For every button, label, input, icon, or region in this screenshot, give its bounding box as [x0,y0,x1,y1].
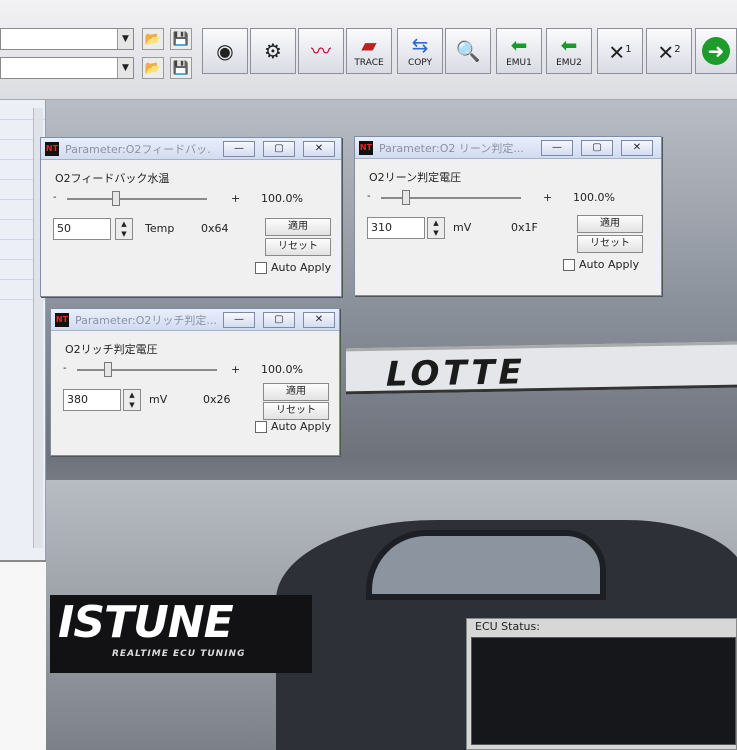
slider-thumb[interactable] [112,191,120,206]
apply-button[interactable]: 適用 [265,218,331,236]
reset-button[interactable]: リセット [265,238,331,256]
save-icon[interactable]: 💾 [170,28,192,50]
window-titlebar[interactable]: NT Parameter:O2フィードバッ... — ▢ ✕ [41,138,341,160]
close-button[interactable]: ✕ [621,140,653,156]
green-arrow-icon: ⬅ [510,33,528,57]
green-arrow-icon: ⬅ [560,33,578,57]
close-button[interactable]: ✕ [303,141,335,157]
record-button[interactable]: ◉ [202,28,248,74]
window-titlebar[interactable]: NT Parameter:O2 リーン判定... — ▢ ✕ [355,137,661,159]
graph-icon: 〰 [311,39,331,63]
gauges-button[interactable]: ⚙ [250,28,296,74]
trace-button[interactable]: ▰ TRACE [346,28,392,74]
toolbar: ▼ ▼ 📂 💾 📂 💾 ◉ ⚙ 〰 ▰ TRACE ⇆ COPY 🔍 ⬅ EMU… [0,0,737,100]
emu2-button[interactable]: ⬅ EMU2 [546,28,592,74]
maximize-button[interactable]: ▢ [263,141,295,157]
apply-button[interactable]: 適用 [263,383,329,401]
file-combo-2[interactable]: ▼ [0,57,134,79]
copy-button[interactable]: ⇆ COPY [397,28,443,74]
nistune-logo: ISTUNE REALTIME ECU TUNING [50,595,312,673]
minimize-button[interactable]: — [541,140,573,156]
maximize-button[interactable]: ▢ [263,312,295,328]
reset-button[interactable]: リセット [263,402,329,420]
slider-thumb[interactable] [103,362,112,377]
nt-app-icon: NT [45,141,59,156]
minimize-button[interactable]: — [223,312,255,328]
map1-button[interactable]: ✕1 [597,28,643,74]
param-window-o2-feedback-temp[interactable]: NT Parameter:O2フィードバッ... — ▢ ✕ O2フィードバック… [40,137,342,297]
map-switch-icon: ✕1 [608,40,632,65]
param-window-o2-lean-voltage[interactable]: NT Parameter:O2 リーン判定... — ▢ ✕ O2リーン判定電圧… [354,136,662,296]
value-input[interactable]: 380 [63,389,121,411]
lower-panel [0,560,46,750]
trace-icon: ▰ [361,33,377,57]
chevron-down-icon[interactable]: ▼ [117,58,133,78]
copy-arrows-icon: ⇆ [411,33,429,57]
billboard-image: LOTTE [346,341,737,395]
emu1-button[interactable]: ⬅ EMU1 [496,28,542,74]
car-window-image [366,530,606,600]
search-button[interactable]: 🔍 [445,28,491,74]
gauges-icon: ⚙ [264,39,282,63]
slider-track[interactable] [77,369,217,371]
ecu-status-output [471,637,736,745]
green-go-icon: ➜ [702,37,730,65]
chevron-down-icon[interactable]: ▼ [117,29,133,49]
slider-track[interactable] [67,198,207,200]
file-combo-1[interactable]: ▼ [0,28,134,50]
open-folder-icon[interactable]: 📂 [142,57,164,79]
ecu-status-panel: ECU Status: [466,618,737,750]
map-switch-icon: ✕2 [657,40,681,65]
go-button[interactable]: ➜ [695,28,737,74]
nt-app-icon: NT [55,312,69,327]
value-input[interactable]: 310 [367,217,425,239]
maximize-button[interactable]: ▢ [581,140,613,156]
spinner-updown-icon[interactable]: ▲ ▼ [115,218,133,240]
auto-apply-checkbox[interactable] [255,421,267,433]
apply-button[interactable]: 適用 [577,215,643,233]
spinner-updown-icon[interactable]: ▲ ▼ [123,389,141,411]
open-folder-icon[interactable]: 📂 [142,28,164,50]
save-icon[interactable]: 💾 [170,57,192,79]
camera-lens-icon: ◉ [216,39,234,63]
spinner-updown-icon[interactable]: ▲ ▼ [427,217,445,239]
minimize-button[interactable]: — [223,141,255,157]
value-input[interactable]: 50 [53,218,111,240]
param-window-o2-rich-voltage[interactable]: NT Parameter:O2リッチ判定... — ▢ ✕ O2リッチ判定電圧 … [50,308,340,456]
magnifier-icon: 🔍 [455,39,481,63]
auto-apply-checkbox[interactable] [563,259,575,271]
window-titlebar[interactable]: NT Parameter:O2リッチ判定... — ▢ ✕ [51,309,339,331]
graph-button[interactable]: 〰 [298,28,344,74]
close-button[interactable]: ✕ [303,312,335,328]
map2-button[interactable]: ✕2 [646,28,692,74]
slider-thumb[interactable] [402,190,411,205]
reset-button[interactable]: リセット [577,235,643,253]
nt-app-icon: NT [359,140,373,155]
auto-apply-checkbox[interactable] [255,262,267,274]
